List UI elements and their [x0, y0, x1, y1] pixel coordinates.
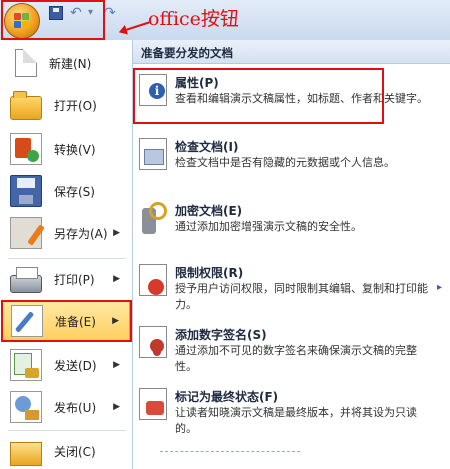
prepare-submenu-panel: 准备要分发的文档 属性(P) 查看和编辑演示文稿属性，如标题、作者和关键字。 检…	[133, 40, 450, 469]
submenu-arrow-icon: ▶	[113, 274, 120, 284]
menu-item-save-as[interactable]: 另存为(A) ▶	[2, 212, 130, 254]
entry-title: 限制权限(R)	[175, 266, 244, 280]
entry-description: 让读者知晓演示文稿是最终版本，并将其设为只读的。	[175, 406, 417, 435]
open-folder-icon	[10, 91, 42, 120]
menu-item-close[interactable]: 关闭(C)	[2, 430, 130, 469]
menu-item-open[interactable]: 打开(O)	[2, 84, 130, 126]
menu-item-save[interactable]: 保存(S)	[2, 170, 130, 212]
menu-item-print[interactable]: 打印(P) ▶	[2, 258, 130, 300]
entry-inspect-document[interactable]: 检查文档(I) 检查文档中是否有隐藏的元数据或个人信息。	[133, 138, 438, 188]
prepare-highlight	[1, 300, 132, 342]
digital-signature-icon	[139, 326, 167, 358]
inspect-document-icon	[139, 138, 167, 170]
properties-highlight	[133, 68, 384, 124]
menu-item-label: 另存为(A)	[54, 226, 108, 241]
entry-title: 标记为最终状态(F)	[175, 390, 279, 404]
entry-encrypt-document[interactable]: 加密文档(E) 通过添加加密增强演示文稿的安全性。	[133, 202, 438, 242]
entry-title: 加密文档(E)	[175, 204, 243, 218]
entry-description: 通过添加不可见的数字签名来确保演示文稿的完整性。	[175, 344, 417, 373]
menu-item-convert[interactable]: 转换(V)	[2, 128, 130, 170]
new-doc-icon	[15, 49, 37, 77]
menu-item-publish[interactable]: 发布(U) ▶	[2, 386, 130, 428]
save-as-icon	[10, 217, 42, 249]
submenu-arrow-icon: ▶	[113, 228, 120, 238]
entry-mark-final[interactable]: 标记为最终状态(F) 让读者知晓演示文稿是最终版本，并将其设为只读的。	[133, 388, 438, 440]
office-button-highlight	[1, 0, 105, 40]
menu-item-send[interactable]: 发送(D) ▶	[2, 344, 130, 386]
menu-item-label: 新建(N)	[49, 56, 92, 71]
send-icon	[10, 349, 42, 381]
menu-item-label: 发布(U)	[54, 400, 97, 415]
menu-item-label: 打印(P)	[54, 272, 95, 287]
submenu-arrow-icon: ▶	[113, 402, 120, 412]
save-icon	[10, 175, 42, 207]
entry-description: 授予用户访问权限，同时限制其编辑、复制和打印能力。	[175, 282, 428, 311]
entry-digital-signature[interactable]: 添加数字签名(S) 通过添加不可见的数字签名来确保演示文稿的完整性。	[133, 326, 438, 378]
menu-item-label: 打开(O)	[54, 98, 97, 113]
menu-item-label: 关闭(C)	[54, 444, 96, 459]
menu-item-label: 转换(V)	[54, 142, 96, 157]
restrict-permission-icon	[139, 264, 167, 296]
entry-title: 检查文档(I)	[175, 140, 239, 154]
menu-item-new[interactable]: 新建(N)	[2, 42, 130, 84]
mark-final-icon	[139, 388, 167, 420]
panel-header: 准备要分发的文档	[133, 40, 450, 64]
entry-restrict-permission[interactable]: 限制权限(R) 授予用户访问权限，同时限制其编辑、复制和打印能力。	[133, 264, 438, 316]
print-icon	[10, 267, 42, 293]
submenu-arrow-icon: ▶	[113, 360, 120, 370]
entry-description: 通过添加加密增强演示文稿的安全性。	[175, 220, 362, 233]
entry-title: 添加数字签名(S)	[175, 328, 267, 342]
convert-icon	[10, 133, 42, 165]
restrict-permission-arrow-icon[interactable]: ▸	[437, 282, 442, 293]
more-items-stub	[160, 451, 300, 465]
entry-description: 检查文档中是否有隐藏的元数据或个人信息。	[175, 156, 395, 169]
annotation-label: office按钮	[148, 8, 239, 30]
publish-icon	[10, 391, 42, 423]
encrypt-document-icon	[139, 202, 167, 234]
redo-icon[interactable]: ↷	[104, 6, 118, 20]
office-menu-left: 新建(N) 打开(O) 转换(V) 保存(S) 另存为(A) ▶ 打印(P) ▶…	[0, 40, 133, 469]
close-icon	[10, 442, 42, 466]
menu-item-label: 发送(D)	[54, 358, 97, 373]
menu-item-label: 保存(S)	[54, 184, 95, 199]
